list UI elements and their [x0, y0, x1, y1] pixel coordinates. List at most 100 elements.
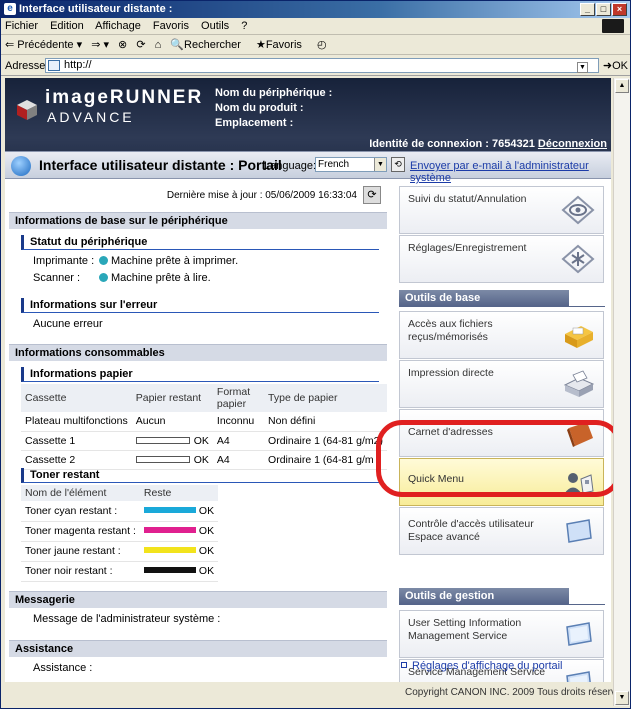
type-cell: Ordinaire 1 (64-81 g/m	[264, 450, 387, 470]
login-id: Identité de connexion : 7654321	[369, 138, 535, 150]
language-select[interactable]: French ▼	[315, 157, 387, 172]
table-row: Toner noir restant : OK	[21, 561, 219, 582]
vertical-scrollbar[interactable]: ▲ ▼	[613, 78, 630, 706]
access-control-card[interactable]: Contrôle d'accès utilisateur Espace avan…	[399, 507, 604, 555]
page-viewport: imageRUNNER ADVANCE Nom du périphérique …	[5, 78, 611, 682]
status-eye-icon	[561, 195, 595, 225]
minimize-button[interactable]: _	[580, 3, 595, 16]
stop-icon[interactable]: ⊗	[118, 39, 127, 51]
cassette-cell: Cassette 1	[21, 431, 132, 451]
toner-status-text: OK	[198, 565, 215, 577]
type-cell: Non défini	[264, 412, 387, 432]
close-button[interactable]: ×	[612, 3, 627, 16]
direct-print-card[interactable]: Impression directe	[399, 360, 604, 408]
table-row: Cassette 1 OK A4 Ordinaire 1 (64-81 g/m2…	[21, 431, 387, 451]
type-cell: Ordinaire 1 (64-81 g/m2)	[264, 431, 387, 451]
remaining-cell: OK	[131, 431, 213, 451]
format-cell: A4	[212, 450, 265, 470]
portal-display-settings-link[interactable]: Réglages d'affichage du portail	[401, 660, 563, 672]
search-button[interactable]: 🔍Rechercher	[170, 39, 247, 51]
address-input[interactable]: http:// ▼	[45, 58, 599, 73]
toner-table-header: Nom de l'élément Reste	[21, 485, 219, 501]
toner-name: Toner jaune restant :	[21, 541, 140, 562]
menu-help[interactable]: ?	[241, 20, 247, 32]
usis-label: User Setting Information Management Serv…	[408, 617, 522, 642]
portal-bar: Interface utilisateur distante : Portail…	[5, 151, 611, 184]
address-value: http://	[64, 59, 92, 71]
forward-button[interactable]: ⇒ ▾	[91, 39, 109, 51]
menu-affichage[interactable]: Affichage	[95, 20, 141, 32]
square-bullet-icon	[401, 662, 407, 668]
assistance-header: Assistance	[9, 640, 387, 657]
toner-status-text: OK	[198, 504, 215, 517]
search-label: Rechercher	[184, 39, 241, 51]
portal-globe-icon	[11, 156, 31, 176]
paper-level-bar	[135, 455, 190, 463]
logout-link[interactable]: Déconnexion	[538, 138, 607, 150]
copyright: Copyright CANON INC. 2009 Tous droits ré…	[405, 687, 627, 698]
access-control-label: Contrôle d'accès utilisateur Espace avan…	[408, 518, 534, 543]
monitor-icon	[566, 519, 592, 543]
address-label: Adresse	[5, 60, 46, 72]
language-apply-button[interactable]: ⟲	[391, 157, 405, 172]
menu-outils[interactable]: Outils	[201, 20, 229, 32]
table-row: Plateau multifonctions Aucun Inconnu Non…	[21, 412, 387, 432]
table-row: Toner cyan restant : OK	[21, 501, 219, 522]
usis-card[interactable]: User Setting Information Management Serv…	[399, 610, 604, 658]
messaging-text: Message de l'administrateur système :	[33, 613, 221, 625]
ie-icon: e	[4, 3, 16, 15]
menu-fichier[interactable]: Fichier	[5, 20, 38, 32]
scroll-up-icon[interactable]: ▲	[615, 79, 629, 93]
page-icon	[48, 60, 60, 71]
paper-level-bar	[135, 436, 190, 444]
divider	[399, 306, 605, 307]
scanner-status: Machine prête à lire.	[99, 272, 211, 284]
consumables-header: Informations consommables	[9, 344, 387, 361]
messaging-header: Messagerie	[9, 591, 387, 608]
page-title: Interface utilisateur distante : Portail	[39, 157, 282, 173]
status-ok-icon	[99, 256, 108, 265]
settings-gear-icon	[561, 244, 595, 274]
remaining-cell: OK	[131, 450, 213, 470]
device-name-label: Nom du périphérique :	[215, 87, 333, 99]
direct-print-label: Impression directe	[408, 367, 494, 379]
toner-status: OK	[139, 501, 219, 522]
go-button[interactable]: ➜OK	[603, 56, 628, 76]
scanner-status-text: Machine prête à lire.	[111, 272, 211, 284]
toner-name: Toner cyan restant :	[21, 501, 140, 522]
error-text: Aucune erreur	[33, 318, 103, 330]
paper-info-header: Informations papier	[21, 367, 379, 382]
address-bar: Adresse http:// ▼ ➜OK	[1, 56, 630, 76]
favorites-button[interactable]: ★Favoris	[256, 39, 308, 51]
toner-status: OK	[139, 521, 219, 542]
error-header: Informations sur l'erreur	[21, 298, 379, 313]
refresh-icon[interactable]: ⟳	[136, 39, 145, 51]
back-button[interactable]: ⇐ Précédente ▾	[5, 39, 82, 51]
address-dropdown-icon[interactable]: ▼	[577, 62, 588, 73]
title-bar: e Interface utilisateur distante : _ □ ×	[1, 1, 630, 18]
toolbar: ⇐ Précédente ▾ ⇒ ▾ ⊗ ⟳ ⌂ 🔍Rechercher ★Fa…	[1, 36, 630, 55]
history-icon[interactable]: ◴	[317, 39, 327, 51]
menu-edition[interactable]: Edition	[50, 20, 84, 32]
maximize-button[interactable]: □	[596, 3, 611, 16]
toner-status-text: OK	[198, 525, 215, 537]
status-cancel-label: Suivi du statut/Annulation	[408, 193, 527, 205]
refresh-button[interactable]: ⟳	[363, 186, 381, 204]
status-cancel-card[interactable]: Suivi du statut/Annulation	[399, 186, 604, 234]
scroll-down-icon[interactable]: ▼	[615, 691, 629, 705]
table-row: Toner magenta restant : OK	[21, 521, 219, 542]
home-icon[interactable]: ⌂	[155, 39, 162, 51]
monitor-icon	[566, 671, 591, 682]
brand-name: imageRUNNER	[45, 87, 204, 108]
toner-name: Toner noir restant :	[21, 561, 140, 582]
cassette-cell: Plateau multifonctions	[21, 412, 132, 432]
files-access-card[interactable]: Accès aux fichiers reçus/mémorisés	[399, 311, 604, 359]
mailbox-icon	[565, 326, 593, 348]
settings-registration-card[interactable]: Réglages/Enregistrement	[399, 235, 604, 283]
favorites-label: Favoris	[265, 39, 302, 51]
language-value: French	[318, 159, 350, 170]
mail-admin-link[interactable]: Envoyer par e-mail à l'administrateur sy…	[410, 160, 611, 184]
chevron-down-icon: ▼	[374, 158, 386, 171]
format-cell: A4	[212, 431, 265, 451]
menu-favoris[interactable]: Favoris	[153, 20, 189, 32]
